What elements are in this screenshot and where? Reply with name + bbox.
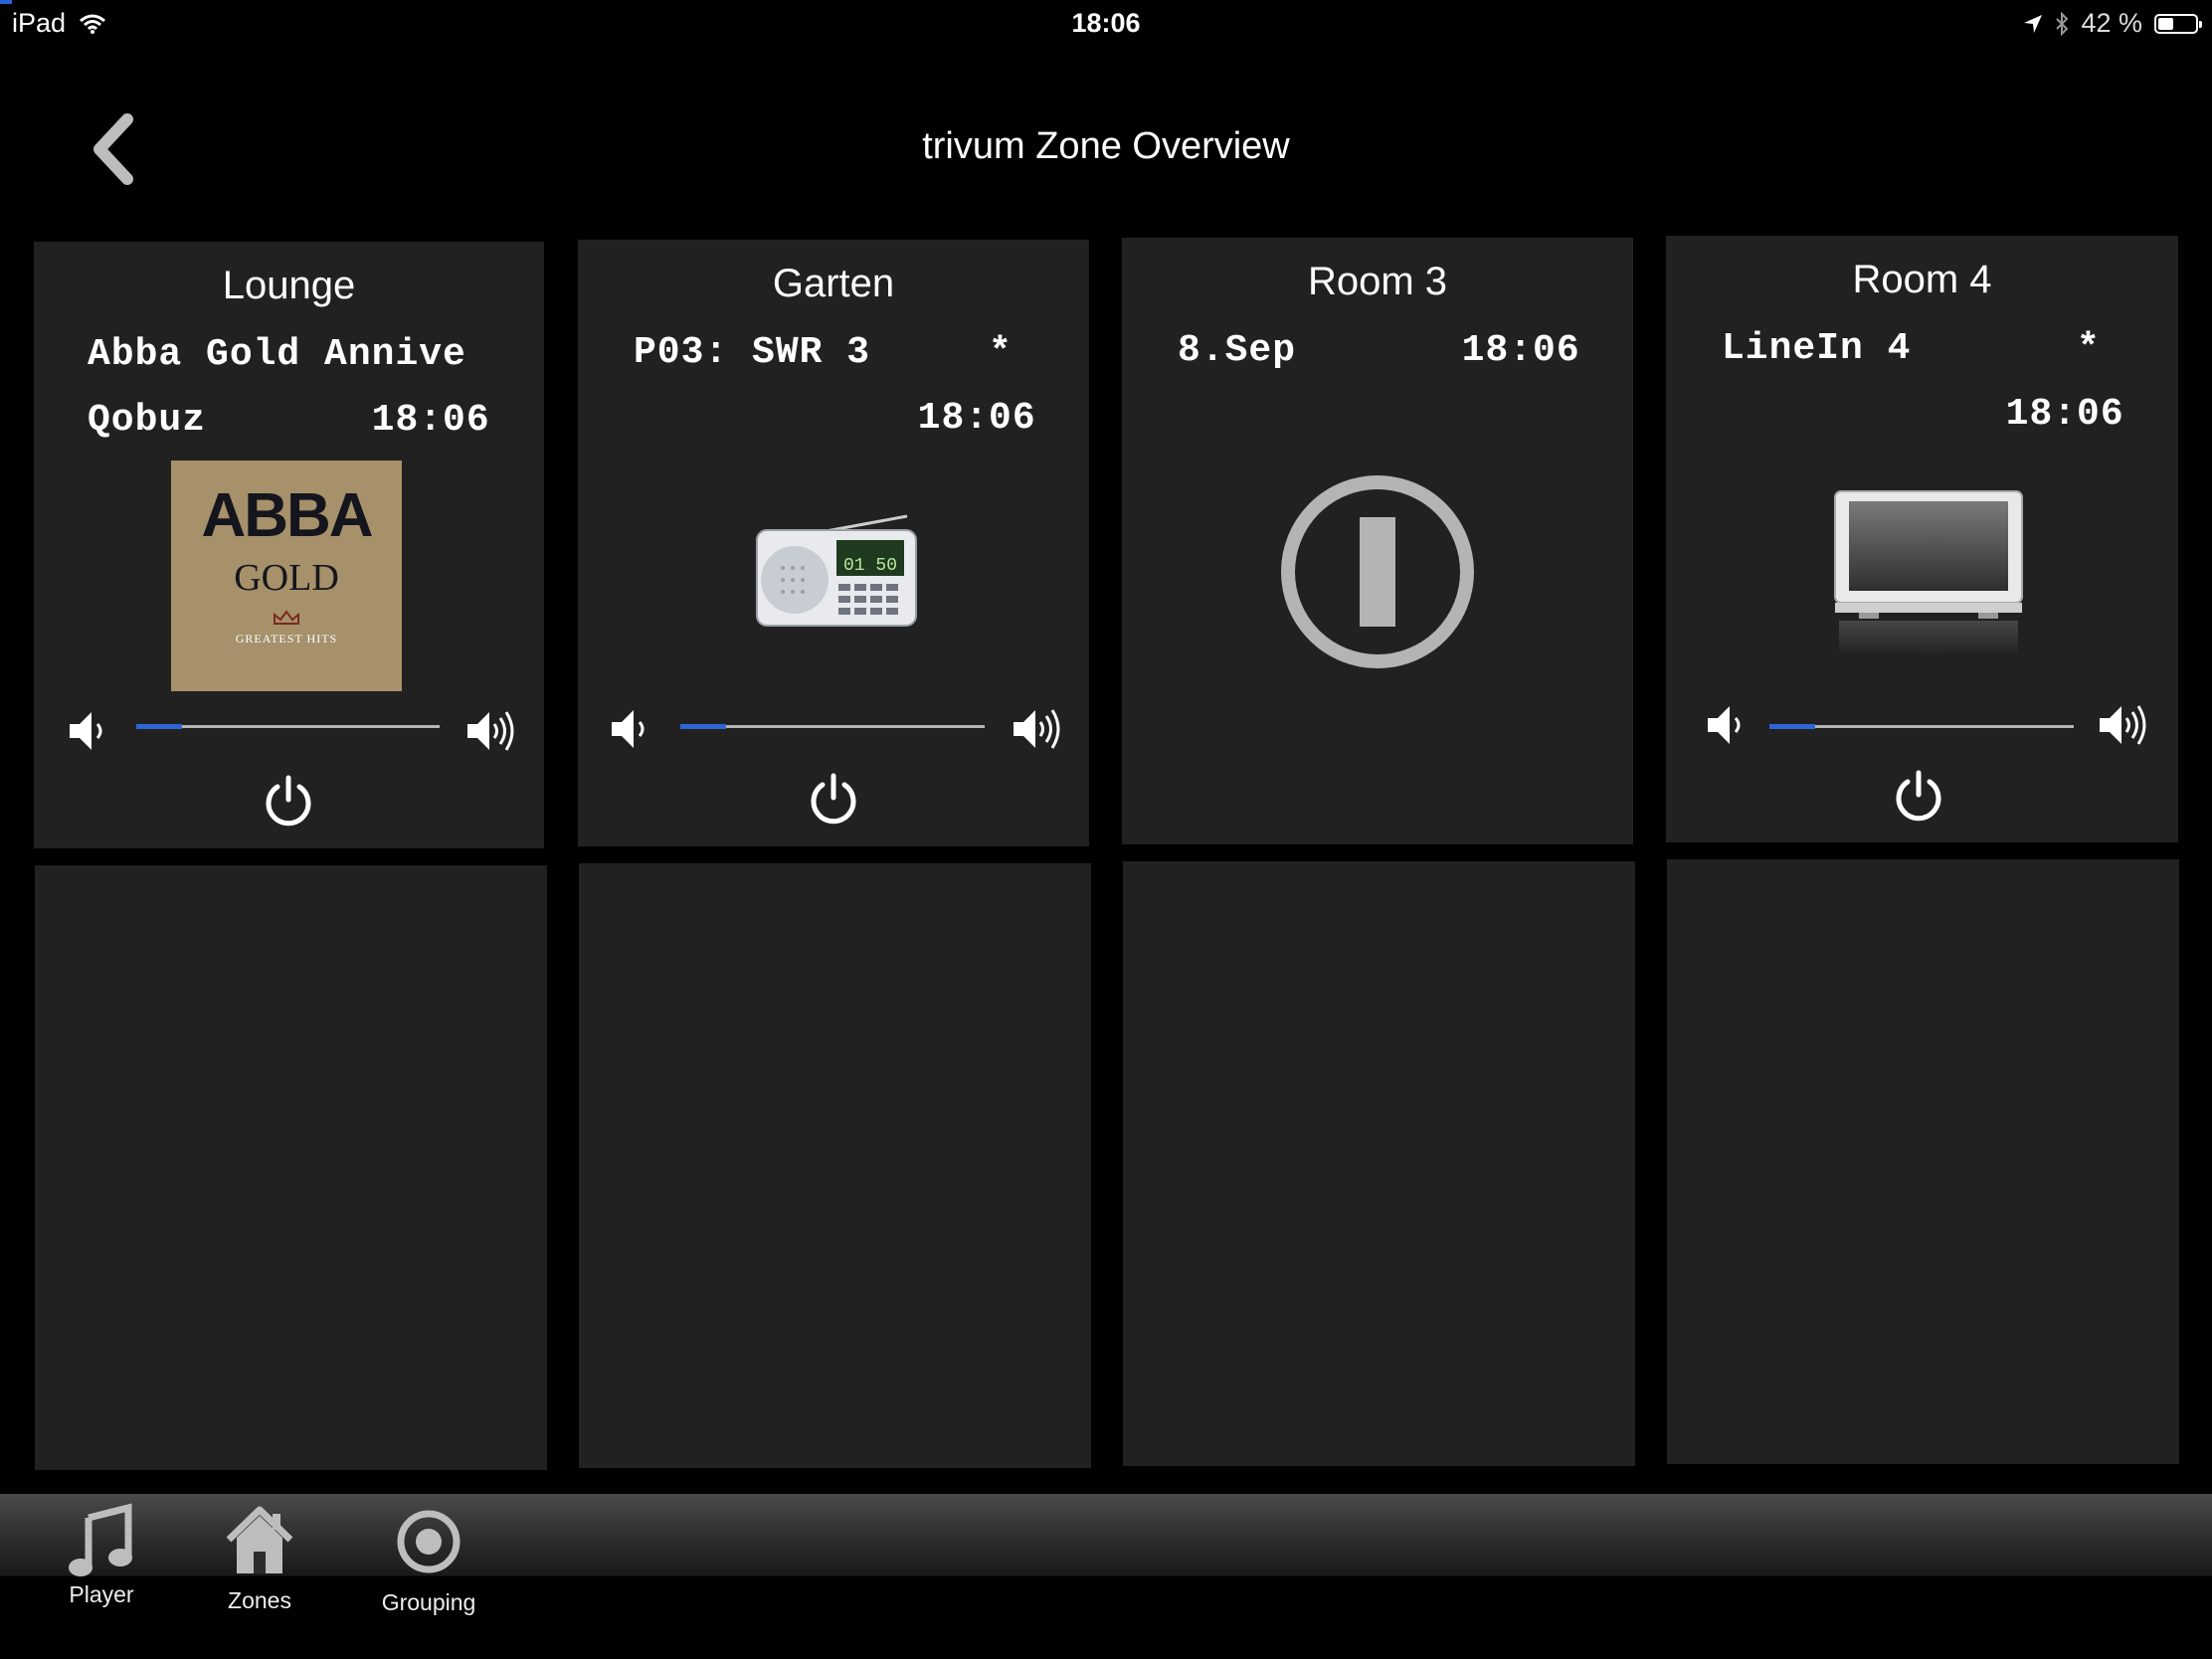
power-button[interactable]	[804, 768, 863, 828]
volume-slider[interactable]	[136, 724, 440, 729]
zone-lcd-line1: LineIn 4 *	[1722, 327, 2101, 370]
zone-tile-room-3[interactable]: Room 3 8.Sep 18:06	[1122, 238, 1633, 844]
status-time: 18:06	[1071, 8, 1141, 38]
status-bar: iPad 18:06 42 %	[0, 0, 2212, 44]
bluetooth-icon	[2056, 11, 2069, 36]
tab-label: Zones	[228, 1587, 291, 1613]
house-icon	[226, 1506, 293, 1573]
tab-bar: Player Zones Grouping	[0, 1494, 2212, 1659]
zone-lcd-line1: P03: SWR 3 *	[634, 331, 1013, 374]
volume-up-icon[interactable]	[2098, 700, 2147, 750]
tab-grouping[interactable]: Grouping	[359, 1494, 498, 1643]
tv-icon	[1834, 490, 2023, 656]
tab-zones[interactable]: Zones	[190, 1494, 329, 1643]
album-art-band: ABBA	[201, 481, 373, 550]
page-title: trivum Zone Overview	[922, 125, 1290, 167]
status-right: 42 %	[2023, 8, 2202, 39]
location-arrow-icon	[2024, 14, 2043, 33]
volume-down-icon[interactable]	[66, 706, 115, 756]
volume-up-icon[interactable]	[465, 706, 515, 756]
album-art-subtitle: GREATEST HITS	[235, 632, 338, 645]
music-note-icon	[69, 1503, 132, 1576]
zone-lcd-line1: Abba Gold Annive	[88, 333, 466, 376]
empty-zone-slot[interactable]	[35, 865, 547, 1470]
empty-zone-slot[interactable]	[1123, 861, 1635, 1466]
volume-slider[interactable]	[1769, 724, 2074, 729]
volume-down-icon[interactable]	[608, 704, 657, 754]
tab-label: Grouping	[381, 1589, 476, 1615]
standby-power-icon[interactable]	[1278, 472, 1477, 671]
zone-name: Room 3	[1307, 260, 1448, 303]
zone-lcd-line2: 18:06	[1722, 393, 2124, 436]
zone-lcd-line1: 8.Sep 18:06	[1178, 329, 1580, 372]
zone-name: Garten	[772, 262, 895, 305]
power-button[interactable]	[1889, 765, 1948, 825]
volume-down-icon[interactable]	[1704, 700, 1753, 750]
battery-percent: 42 %	[2081, 8, 2142, 38]
status-indicator	[0, 0, 12, 4]
tab-label: Player	[69, 1581, 134, 1607]
zone-name: Lounge	[222, 264, 356, 307]
zone-tile-garten[interactable]: Garten P03: SWR 3 * 18:06 01 50	[578, 240, 1089, 846]
radio-icon: 01 50	[756, 514, 917, 627]
album-art[interactable]: ABBA GOLD GREATEST HITS	[171, 461, 402, 691]
volume-up-icon[interactable]	[1012, 704, 1061, 754]
album-art-title: GOLD	[234, 557, 339, 599]
tab-player[interactable]: Player	[32, 1494, 171, 1643]
zone-lcd-line2: Qobuz 18:06	[88, 399, 490, 442]
empty-zone-slot[interactable]	[1667, 859, 2179, 1464]
zone-name: Room 4	[1852, 258, 1992, 301]
volume-slider[interactable]	[680, 724, 985, 729]
grouping-circle-icon	[397, 1510, 461, 1573]
power-button[interactable]	[259, 770, 318, 830]
crown-icon	[274, 610, 299, 625]
zone-lcd-line2: 18:06	[634, 397, 1036, 440]
zone-tile-room-4[interactable]: Room 4 LineIn 4 * 18:06	[1666, 236, 2178, 842]
battery-icon	[2154, 13, 2202, 34]
empty-zone-slot[interactable]	[579, 863, 1091, 1468]
radio-display-text: 01 50	[843, 556, 897, 576]
zone-tile-lounge[interactable]: Lounge Abba Gold Annive Qobuz 18:06 ABBA…	[34, 242, 544, 848]
